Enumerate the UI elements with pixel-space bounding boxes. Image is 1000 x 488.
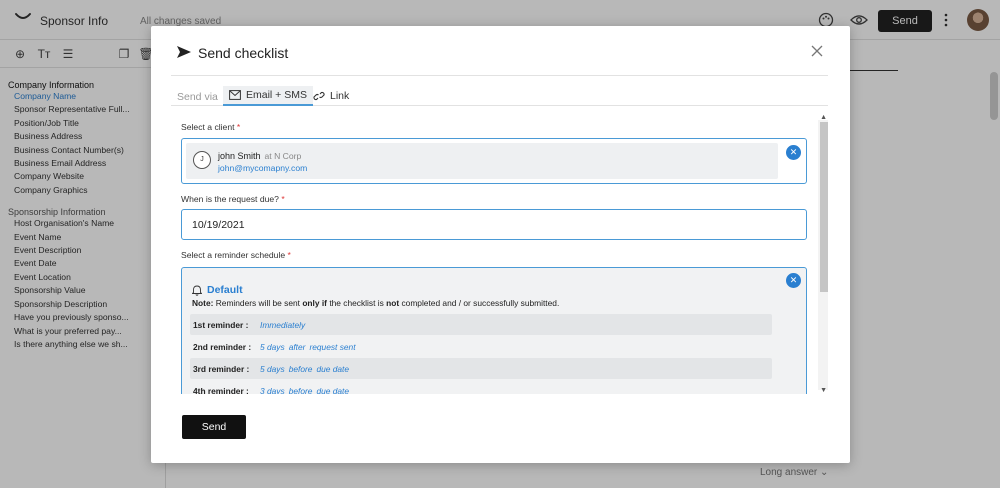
- bell-icon: [192, 285, 202, 296]
- schedule-title: Default: [192, 284, 243, 296]
- reminder-value: 3 days before due date: [260, 386, 350, 394]
- paper-plane-icon: [177, 46, 191, 58]
- send-via-tabs: Send via Email + SMS Link: [171, 86, 828, 106]
- reminder-name: 3rd reminder :: [193, 364, 250, 374]
- client-avatar: J: [193, 151, 211, 169]
- send-checklist-modal: Send checklist Send via Email + SMS Link…: [151, 26, 850, 463]
- reminder-row[interactable]: 3rd reminder : 5 days before due date: [190, 358, 772, 379]
- reminder-name: 2nd reminder :: [193, 342, 252, 352]
- reminder-value: 5 days after request sent: [260, 342, 356, 352]
- due-label: When is the request due? *: [181, 194, 285, 204]
- client-company: at N Corp: [264, 151, 302, 161]
- link-icon: [313, 91, 325, 101]
- schedule-note: Note: Reminders will be sent only if the…: [192, 298, 560, 308]
- scroll-down-icon[interactable]: ▼: [820, 387, 827, 394]
- modal-title: Send checklist: [198, 45, 289, 61]
- reminder-value: Immediately: [260, 320, 306, 330]
- reminder-schedule[interactable]: Default ✕ Note: Reminders will be sent o…: [181, 267, 807, 394]
- tab-email-sms[interactable]: Email + SMS: [223, 86, 313, 106]
- reminder-row[interactable]: 1st reminder : Immediately: [190, 314, 772, 335]
- reminder-value: 5 days before due date: [260, 364, 350, 374]
- client-select[interactable]: J john Smith at N Corp john@mycomapny.com…: [181, 138, 807, 184]
- reminder-label: Select a reminder schedule *: [181, 250, 291, 260]
- tab-link[interactable]: Link: [307, 86, 355, 106]
- send-via-label: Send via: [177, 91, 218, 103]
- tab-label: Link: [330, 90, 350, 102]
- modal-scroll-area[interactable]: Select a client * J john Smith at N Corp …: [171, 114, 828, 394]
- clear-schedule-icon[interactable]: ✕: [786, 273, 801, 288]
- send-button[interactable]: Send: [182, 415, 246, 439]
- client-email: john@mycomapny.com: [218, 163, 308, 173]
- reminder-name: 1st reminder :: [193, 320, 249, 330]
- envelope-icon: [229, 90, 241, 100]
- client-label: Select a client *: [181, 122, 241, 132]
- clear-client-icon[interactable]: ✕: [786, 145, 801, 160]
- selected-client: J john Smith at N Corp john@mycomapny.com: [186, 143, 778, 179]
- due-date-input[interactable]: [181, 209, 807, 240]
- reminder-name: 4th reminder :: [193, 386, 249, 394]
- reminder-row[interactable]: 4th reminder : 3 days before due date: [190, 380, 772, 394]
- modal-header: Send checklist: [171, 26, 828, 76]
- close-icon[interactable]: [810, 44, 824, 58]
- client-name: john Smith at N Corp: [218, 151, 302, 161]
- reminder-row[interactable]: 2nd reminder : 5 days after request sent: [190, 336, 772, 357]
- tab-label: Email + SMS: [246, 89, 307, 101]
- scroll-up-icon[interactable]: ▲: [820, 114, 827, 121]
- scroll-thumb[interactable]: [820, 122, 828, 292]
